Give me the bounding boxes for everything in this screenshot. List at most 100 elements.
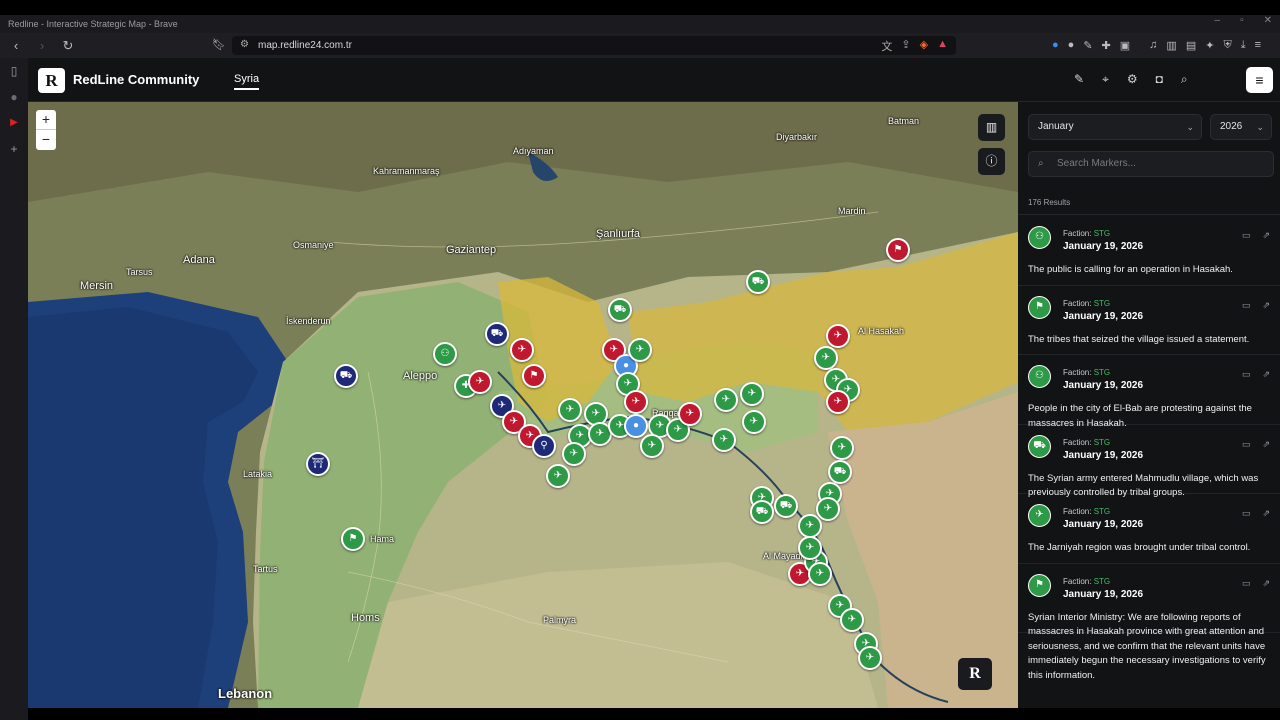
video-icon[interactable]: ▭	[1242, 300, 1251, 311]
leo-icon[interactable]: ✦	[1205, 39, 1214, 52]
new-tab-icon[interactable]: +	[0, 136, 28, 162]
map-marker[interactable]: ✈	[826, 324, 850, 348]
year-select[interactable]: 2026 ⌄	[1210, 114, 1272, 140]
map-marker[interactable]: ✈	[840, 608, 864, 632]
external-link-icon[interactable]: ⇗	[1262, 230, 1270, 241]
maximize-icon[interactable]: ▫	[1240, 15, 1244, 26]
map-marker[interactable]: ✈	[830, 436, 854, 460]
event-item[interactable]: ⚇ Faction: STG January 19, 2026 ▭ ⇗ The publi…	[1018, 216, 1280, 286]
tab-favicon-icon[interactable]: ●	[0, 84, 28, 110]
extension-icon[interactable]: ✎	[1083, 39, 1092, 52]
video-icon[interactable]: ▭	[1242, 230, 1251, 241]
map-marker[interactable]: ⛟	[334, 364, 358, 388]
map-view[interactable]: + − ▥ ⓘ Gaziantep Şanlıurfa Kahramanmaraş A…	[28, 102, 1018, 708]
map-marker[interactable]: ✈	[562, 442, 586, 466]
video-icon[interactable]: ▭	[1242, 439, 1251, 450]
sidebar-toggle-icon[interactable]: ▥	[1166, 39, 1176, 52]
event-item[interactable]: ⛟ Faction: STG January 19, 2026 ▭ ⇗ The Syria…	[1018, 425, 1280, 498]
map-marker[interactable]: ✈	[624, 390, 648, 414]
music-icon[interactable]: ♫	[1149, 39, 1157, 52]
map-marker[interactable]: ●	[624, 414, 648, 438]
map-marker[interactable]: ⚲	[532, 434, 556, 458]
map-marker[interactable]: ✈	[510, 338, 534, 362]
video-icon[interactable]: ▭	[1242, 578, 1251, 589]
map-marker[interactable]: ⛟	[608, 298, 632, 322]
forward-icon[interactable]: ›	[32, 38, 52, 53]
map-marker[interactable]: ✈	[558, 398, 582, 422]
map-marker[interactable]: ⛩	[306, 452, 330, 476]
map-marker[interactable]: ✈	[640, 434, 664, 458]
wallet-icon[interactable]: ▤	[1186, 39, 1196, 52]
share-icon[interactable]: ⇪	[901, 38, 910, 54]
external-link-icon[interactable]: ⇗	[1262, 369, 1270, 380]
map-marker[interactable]: ✈	[678, 402, 702, 426]
close-icon[interactable]: ✕	[1264, 15, 1272, 26]
map-marker[interactable]: ✈	[798, 514, 822, 538]
external-link-icon[interactable]: ⇗	[1262, 439, 1270, 450]
map-marker[interactable]: ✈	[740, 382, 764, 406]
vpn-icon[interactable]: ⛨	[1223, 39, 1231, 52]
map-marker[interactable]: ✈	[714, 388, 738, 412]
map-marker[interactable]: ✈	[546, 464, 570, 488]
draw-pen-icon[interactable]: ✎	[1074, 72, 1084, 87]
map-marker[interactable]: ⚇	[433, 342, 457, 366]
map-marker[interactable]: ✈	[816, 497, 840, 521]
map-marker[interactable]: ⛟	[828, 460, 852, 484]
map-marker[interactable]: ⛟	[485, 322, 509, 346]
menu-button[interactable]: ≡	[1246, 67, 1273, 93]
map-marker[interactable]: ✈	[468, 370, 492, 394]
map-marker[interactable]: ✈	[858, 646, 882, 670]
map-marker[interactable]: ✈	[742, 410, 766, 434]
address-bar[interactable]: ⚙︎ map.redline24.com.tr 文 ⇪ ◈ ▲	[232, 36, 956, 55]
event-item[interactable]: ⚑ Faction: STG January 19, 2026 ▭ ⇗ Syrian In…	[1018, 564, 1280, 681]
logo[interactable]: R	[38, 68, 65, 93]
brave-shields-icon[interactable]: ◈	[920, 38, 928, 54]
map-marker[interactable]: ✈	[814, 346, 838, 370]
zoom-in-button[interactable]: +	[36, 110, 56, 130]
tab-syria[interactable]: Syria	[234, 73, 260, 90]
event-item[interactable]: ⚇ Faction: STG January 19, 2026 ▭ ⇗ People in…	[1018, 355, 1280, 429]
puzzle-icon[interactable]: ✚	[1102, 39, 1111, 52]
month-select[interactable]: January ⌄	[1028, 114, 1202, 140]
menu-icon[interactable]: ≡	[1255, 39, 1261, 52]
brave-rewards-icon[interactable]: ▲	[937, 38, 948, 54]
back-icon[interactable]: ‹	[6, 38, 26, 53]
map-marker[interactable]: ⛟	[750, 500, 774, 524]
brand-name[interactable]: RedLine Community	[73, 72, 199, 87]
map-marker[interactable]: ✈	[808, 562, 832, 586]
redline-badge[interactable]: R	[958, 658, 992, 690]
reload-icon[interactable]: ↻	[58, 38, 78, 54]
map-marker[interactable]: ⛟	[774, 494, 798, 518]
settings-icon[interactable]: ⚙	[1127, 72, 1138, 87]
map-info-button[interactable]: ⓘ	[978, 148, 1005, 175]
event-item[interactable]: ⚑ Faction: STG January 19, 2026 ▭ ⇗ The tribe…	[1018, 286, 1280, 355]
extension-icon[interactable]: ●	[1052, 39, 1059, 52]
download-icon[interactable]: ⤓	[1241, 39, 1246, 52]
map-marker[interactable]: ✈	[826, 390, 850, 414]
youtube-tab-icon[interactable]: ▶	[0, 110, 28, 136]
external-link-icon[interactable]: ⇗	[1262, 300, 1270, 311]
bookmark-icon[interactable]: 🔖︎	[212, 38, 226, 51]
map-marker[interactable]: ⚑	[341, 527, 365, 551]
camera-icon[interactable]: ◘	[1156, 72, 1163, 87]
map-layers-button[interactable]: ▥	[978, 114, 1005, 141]
external-link-icon[interactable]: ⇗	[1262, 508, 1270, 519]
map-marker[interactable]: ⚑	[886, 238, 910, 262]
location-pin-icon[interactable]: ⌖	[1102, 72, 1109, 87]
zoom-out-button[interactable]: −	[36, 130, 56, 150]
wallet-icon[interactable]: ▣	[1120, 39, 1130, 52]
external-link-icon[interactable]: ⇗	[1262, 578, 1270, 589]
translate-icon[interactable]: 文	[881, 38, 892, 54]
event-item[interactable]: ✈ Faction: STG January 19, 2026 ▭ ⇗ The Jarni…	[1018, 494, 1280, 564]
minimize-icon[interactable]: –	[1215, 15, 1221, 26]
search-markers-input[interactable]: ⌕ Search Markers...	[1028, 151, 1274, 177]
map-marker[interactable]: ✈	[798, 536, 822, 560]
map-marker[interactable]: ✈	[712, 428, 736, 452]
map-marker[interactable]: ⛟	[746, 270, 770, 294]
map-marker[interactable]: ✈	[628, 338, 652, 362]
video-icon[interactable]: ▭	[1242, 508, 1251, 519]
search-icon[interactable]: ⌕	[1181, 72, 1188, 87]
sidebar-panel-icon[interactable]: ▯	[0, 58, 28, 84]
site-info-icon[interactable]: ⚙︎	[240, 39, 249, 50]
video-icon[interactable]: ▭	[1242, 369, 1251, 380]
